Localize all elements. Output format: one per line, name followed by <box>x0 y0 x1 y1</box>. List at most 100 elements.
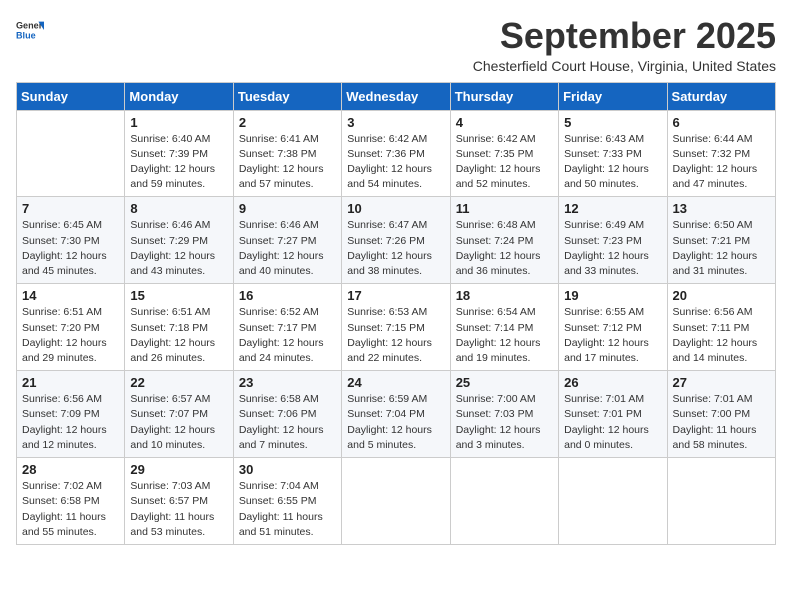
weekday-header: Friday <box>559 82 667 110</box>
calendar-cell <box>559 458 667 545</box>
day-number: 12 <box>564 201 661 216</box>
calendar-cell: 15Sunrise: 6:51 AMSunset: 7:18 PMDayligh… <box>125 284 233 371</box>
calendar-cell: 21Sunrise: 6:56 AMSunset: 7:09 PMDayligh… <box>17 371 125 458</box>
day-number: 19 <box>564 288 661 303</box>
calendar-cell: 18 Sunrise: 6:54 AMSunset: 7:14 PMDayligh… <box>450 284 558 371</box>
day-info: Sunrise: 6:52 AMSunset: 7:17 PMDaylight:… <box>239 305 336 366</box>
calendar-cell: 25 Sunrise: 7:00 AMSunset: 7:03 PMDayligh… <box>450 371 558 458</box>
day-number: 23 <box>239 375 336 390</box>
calendar-cell: 29 Sunrise: 7:03 AMSunset: 6:57 PMDayligh… <box>125 458 233 545</box>
day-number: 18 <box>456 288 553 303</box>
calendar-week-row: 28 Sunrise: 7:02 AMSunset: 6:58 PMDayligh… <box>17 458 776 545</box>
day-number: 17 <box>347 288 444 303</box>
calendar-cell: 11 Sunrise: 6:48 AMSunset: 7:24 PMDayligh… <box>450 197 558 284</box>
day-number: 22 <box>130 375 227 390</box>
calendar-cell: 30 Sunrise: 7:04 AMSunset: 6:55 PMDayligh… <box>233 458 341 545</box>
day-info: Sunrise: 7:01 AMSunset: 7:01 PMDaylight:… <box>564 392 661 453</box>
calendar-cell: 20Sunrise: 6:56 AMSunset: 7:11 PMDayligh… <box>667 284 775 371</box>
calendar-cell: 22Sunrise: 6:57 AMSunset: 7:07 PMDayligh… <box>125 371 233 458</box>
day-number: 30 <box>239 462 336 477</box>
day-number: 11 <box>456 201 553 216</box>
page-header: General Blue September 2025 Chesterfield… <box>16 16 776 74</box>
day-info: Sunrise: 6:58 AMSunset: 7:06 PMDaylight:… <box>239 392 336 453</box>
day-number: 16 <box>239 288 336 303</box>
day-info: Sunrise: 6:46 AMSunset: 7:29 PMDaylight:… <box>130 218 227 279</box>
day-number: 14 <box>22 288 119 303</box>
day-number: 5 <box>564 115 661 130</box>
day-number: 6 <box>673 115 770 130</box>
calendar-cell: 5 Sunrise: 6:43 AMSunset: 7:33 PMDaylight… <box>559 110 667 197</box>
day-number: 13 <box>673 201 770 216</box>
calendar-cell: 7 Sunrise: 6:45 AMSunset: 7:30 PMDaylight… <box>17 197 125 284</box>
day-info: Sunrise: 6:50 AMSunset: 7:21 PMDaylight:… <box>673 218 770 279</box>
weekday-header: Monday <box>125 82 233 110</box>
day-number: 4 <box>456 115 553 130</box>
calendar-cell: 14 Sunrise: 6:51 AMSunset: 7:20 PMDayligh… <box>17 284 125 371</box>
day-number: 21 <box>22 375 119 390</box>
day-number: 25 <box>456 375 553 390</box>
calendar-cell <box>342 458 450 545</box>
day-number: 7 <box>22 201 119 216</box>
logo-icon: General Blue <box>16 16 44 44</box>
day-number: 1 <box>130 115 227 130</box>
calendar-cell: 3Sunrise: 6:42 AMSunset: 7:36 PMDaylight… <box>342 110 450 197</box>
svg-text:Blue: Blue <box>16 30 36 40</box>
day-info: Sunrise: 7:04 AMSunset: 6:55 PMDaylight:… <box>239 479 336 540</box>
day-number: 9 <box>239 201 336 216</box>
day-info: Sunrise: 6:41 AMSunset: 7:38 PMDaylight:… <box>239 132 336 193</box>
calendar-cell: 16 Sunrise: 6:52 AMSunset: 7:17 PMDayligh… <box>233 284 341 371</box>
calendar-cell: 8 Sunrise: 6:46 AMSunset: 7:29 PMDaylight… <box>125 197 233 284</box>
day-info: Sunrise: 6:42 AMSunset: 7:35 PMDaylight:… <box>456 132 553 193</box>
calendar-cell <box>450 458 558 545</box>
calendar-cell: 13 Sunrise: 6:50 AMSunset: 7:21 PMDayligh… <box>667 197 775 284</box>
day-info: Sunrise: 6:47 AMSunset: 7:26 PMDaylight:… <box>347 218 444 279</box>
calendar-cell: 23 Sunrise: 6:58 AMSunset: 7:06 PMDayligh… <box>233 371 341 458</box>
weekday-header: Sunday <box>17 82 125 110</box>
day-number: 15 <box>130 288 227 303</box>
title-block: September 2025 Chesterfield Court House,… <box>473 16 776 74</box>
calendar-cell: 12 Sunrise: 6:49 AMSunset: 7:23 PMDayligh… <box>559 197 667 284</box>
calendar-cell <box>667 458 775 545</box>
calendar-cell: 10 Sunrise: 6:47 AMSunset: 7:26 PMDayligh… <box>342 197 450 284</box>
day-info: Sunrise: 6:51 AMSunset: 7:20 PMDaylight:… <box>22 305 119 366</box>
weekday-header: Tuesday <box>233 82 341 110</box>
calendar-week-row: 21Sunrise: 6:56 AMSunset: 7:09 PMDayligh… <box>17 371 776 458</box>
calendar-week-row: 7 Sunrise: 6:45 AMSunset: 7:30 PMDaylight… <box>17 197 776 284</box>
calendar-cell: 6 Sunrise: 6:44 AMSunset: 7:32 PMDaylight… <box>667 110 775 197</box>
calendar-cell <box>17 110 125 197</box>
weekday-header: Saturday <box>667 82 775 110</box>
calendar-cell: 17Sunrise: 6:53 AMSunset: 7:15 PMDayligh… <box>342 284 450 371</box>
day-info: Sunrise: 7:01 AMSunset: 7:00 PMDaylight:… <box>673 392 770 453</box>
day-info: Sunrise: 6:48 AMSunset: 7:24 PMDaylight:… <box>456 218 553 279</box>
day-info: Sunrise: 7:02 AMSunset: 6:58 PMDaylight:… <box>22 479 119 540</box>
calendar-cell: 24Sunrise: 6:59 AMSunset: 7:04 PMDayligh… <box>342 371 450 458</box>
weekday-header: Thursday <box>450 82 558 110</box>
day-info: Sunrise: 6:44 AMSunset: 7:32 PMDaylight:… <box>673 132 770 193</box>
day-info: Sunrise: 6:49 AMSunset: 7:23 PMDaylight:… <box>564 218 661 279</box>
weekday-header: Wednesday <box>342 82 450 110</box>
logo: General Blue <box>16 16 44 44</box>
location: Chesterfield Court House, Virginia, Unit… <box>473 58 776 74</box>
calendar-week-row: 14 Sunrise: 6:51 AMSunset: 7:20 PMDayligh… <box>17 284 776 371</box>
day-info: Sunrise: 7:03 AMSunset: 6:57 PMDaylight:… <box>130 479 227 540</box>
day-number: 2 <box>239 115 336 130</box>
day-number: 28 <box>22 462 119 477</box>
calendar-cell: 1Sunrise: 6:40 AMSunset: 7:39 PMDaylight… <box>125 110 233 197</box>
day-number: 27 <box>673 375 770 390</box>
day-number: 10 <box>347 201 444 216</box>
day-info: Sunrise: 6:54 AMSunset: 7:14 PMDaylight:… <box>456 305 553 366</box>
day-info: Sunrise: 6:46 AMSunset: 7:27 PMDaylight:… <box>239 218 336 279</box>
calendar-cell: 2 Sunrise: 6:41 AMSunset: 7:38 PMDaylight… <box>233 110 341 197</box>
day-number: 29 <box>130 462 227 477</box>
calendar-table: SundayMondayTuesdayWednesdayThursdayFrid… <box>16 82 776 545</box>
calendar-cell: 27 Sunrise: 7:01 AMSunset: 7:00 PMDayligh… <box>667 371 775 458</box>
day-info: Sunrise: 6:59 AMSunset: 7:04 PMDaylight:… <box>347 392 444 453</box>
weekday-header-row: SundayMondayTuesdayWednesdayThursdayFrid… <box>17 82 776 110</box>
calendar-cell: 9 Sunrise: 6:46 AMSunset: 7:27 PMDaylight… <box>233 197 341 284</box>
day-info: Sunrise: 6:55 AMSunset: 7:12 PMDaylight:… <box>564 305 661 366</box>
calendar-week-row: 1Sunrise: 6:40 AMSunset: 7:39 PMDaylight… <box>17 110 776 197</box>
day-info: Sunrise: 6:43 AMSunset: 7:33 PMDaylight:… <box>564 132 661 193</box>
day-number: 8 <box>130 201 227 216</box>
day-info: Sunrise: 7:00 AMSunset: 7:03 PMDaylight:… <box>456 392 553 453</box>
day-info: Sunrise: 6:45 AMSunset: 7:30 PMDaylight:… <box>22 218 119 279</box>
